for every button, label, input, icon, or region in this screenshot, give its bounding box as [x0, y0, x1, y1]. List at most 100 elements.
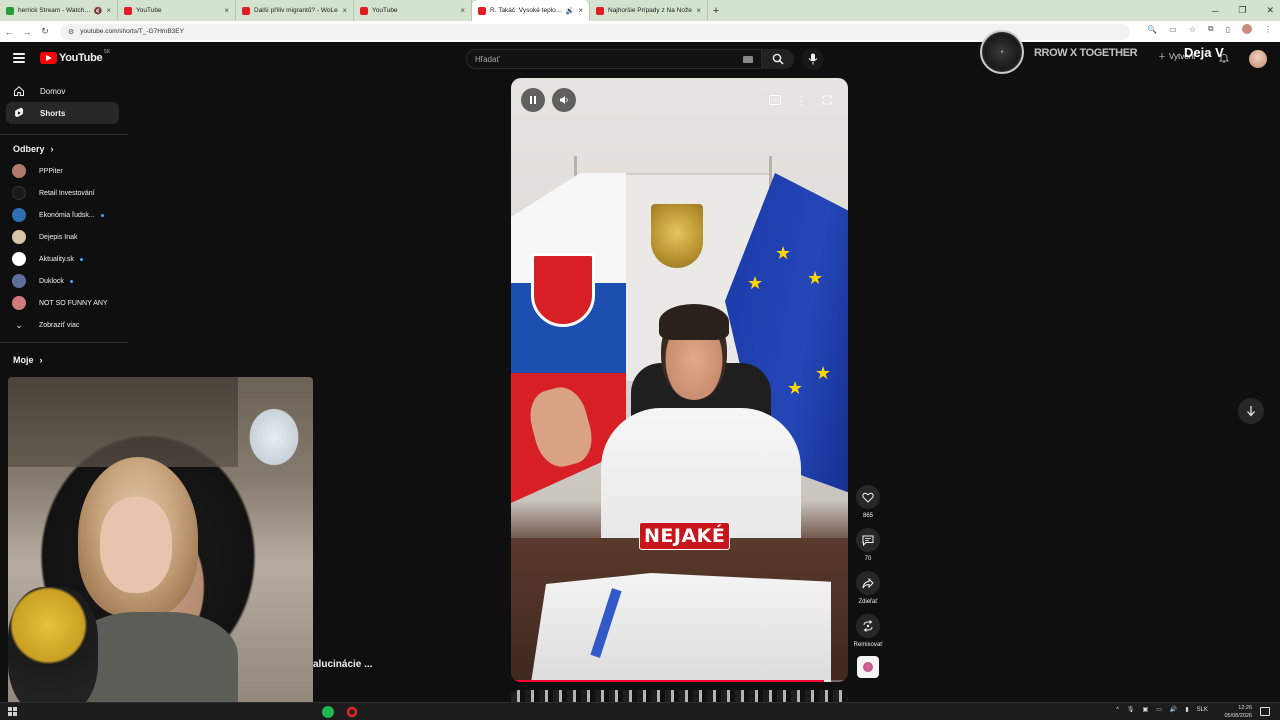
tray-network-icon[interactable]: ▭ [1156, 706, 1162, 713]
twitch-favicon-icon [6, 6, 14, 15]
sidebar-item-shorts[interactable]: Shorts [6, 102, 119, 124]
youtube-logo[interactable]: YouTube SK [40, 49, 110, 64]
hamburger-menu-icon[interactable] [13, 53, 25, 63]
video-caption: NEJAKÉ [639, 522, 731, 550]
short-title-fragment[interactable]: alucinácie ... [313, 659, 372, 670]
sidebar-subscription[interactable]: Retail Investování [12, 184, 122, 202]
obs-icon[interactable] [346, 706, 358, 718]
keyboard-language[interactable]: SLK [1197, 707, 1208, 713]
shorts-icon [13, 107, 25, 119]
close-tab-icon[interactable]: × [342, 6, 347, 15]
new-content-dot [79, 257, 83, 261]
show-more-button[interactable]: ⌄ Zobraziť viac [12, 316, 122, 334]
browser-tab[interactable]: Najhoršie Prípady z Na Nože × [590, 0, 708, 21]
tray-chevron-up-icon[interactable]: ^ [1116, 707, 1119, 713]
close-tab-icon[interactable]: × [224, 6, 229, 15]
tray-mic-icon[interactable]: 🎙 [1127, 706, 1135, 713]
browser-tab[interactable]: Další příliv migrantů? - WoLe × [236, 0, 354, 21]
share-button[interactable] [856, 571, 880, 595]
sidebar-subscription[interactable]: Ekonómia ľudsk... [12, 206, 122, 224]
browser-tab[interactable]: YouTube × [118, 0, 236, 21]
extensions-icon[interactable]: ⧉ [1208, 24, 1214, 34]
youtube-play-icon [40, 52, 57, 64]
close-tab-icon[interactable]: × [696, 6, 701, 15]
close-window-icon[interactable]: ✕ [1266, 5, 1274, 16]
os-taskbar: ^ 🎙 ▣ ▭ 🔊 ▮ SLK 12:26 05/08/2026 [0, 702, 1280, 720]
sidebar-panel-icon[interactable]: ▯ [1226, 25, 1230, 34]
back-icon[interactable]: ← [0, 27, 18, 37]
keyboard-icon[interactable] [743, 56, 753, 63]
more-options-button[interactable]: ⋮ [789, 91, 813, 109]
tab-title: YouTube [136, 7, 162, 14]
browser-tab[interactable]: YouTube × [354, 0, 472, 21]
comments-button[interactable] [856, 528, 880, 552]
shorts-video-player[interactable]: ★ ★ ★ ★ ★ NEJAKÉ CC ⋮ [511, 78, 848, 682]
pause-button[interactable] [521, 88, 545, 112]
captions-button[interactable]: CC [763, 91, 787, 109]
chevron-right-icon: › [50, 144, 54, 154]
cast-icon[interactable]: ▭ [1169, 25, 1177, 34]
voice-search-button[interactable] [802, 48, 824, 70]
profile-avatar[interactable] [1242, 24, 1252, 34]
sidebar-subscription[interactable]: NOT SO FUNNY ANY [12, 294, 122, 312]
windows-start-icon[interactable] [8, 707, 17, 716]
muted-speaker-icon[interactable]: 🔇 [94, 7, 103, 15]
forward-icon[interactable]: → [18, 27, 36, 37]
audio-playing-icon[interactable]: 🔊 [566, 7, 575, 15]
webcam-background-shelf [8, 377, 238, 467]
site-info-icon[interactable]: ⚙ [68, 28, 74, 36]
maximize-icon[interactable]: ❐ [1238, 5, 1246, 16]
tray-display-icon[interactable]: ▣ [1143, 706, 1149, 713]
channel-name: Aktuality.sk [39, 255, 74, 263]
microphone-icon [808, 53, 818, 65]
heart-icon [862, 492, 874, 503]
channel-name: Dejepis Inak [39, 233, 78, 241]
sidebar-item-home[interactable]: Domov [6, 80, 119, 102]
search-input[interactable]: Hľadať [466, 49, 762, 69]
sidebar-subscription[interactable]: Aktuality.sk [12, 250, 122, 268]
sound-thumbnail[interactable] [857, 656, 879, 678]
logo-text: YouTube [59, 52, 103, 64]
stream-overlay-text: RROW X TOGETHER [1034, 47, 1138, 59]
browser-tab-active[interactable]: R. Takáč: Vysoké teploty, v... 🔊 × [472, 0, 590, 21]
new-content-dot [100, 213, 104, 217]
video-person-hair [659, 304, 729, 340]
new-tab-button[interactable]: + [708, 0, 724, 21]
minimize-icon[interactable]: ─ [1212, 6, 1218, 16]
notifications-bell-icon[interactable] [1219, 53, 1229, 63]
notification-center-icon[interactable] [1260, 707, 1270, 716]
sidebar-subscription[interactable]: PPPiter [12, 162, 122, 180]
search-button[interactable] [762, 49, 794, 69]
volume-button[interactable] [552, 88, 576, 112]
url-text: youtube.com/shorts/T_-G7HmB3EY [80, 28, 184, 35]
remix-button[interactable] [856, 614, 880, 638]
sidebar-subscription[interactable]: Dejepis Inak [12, 228, 122, 246]
like-button[interactable] [856, 485, 880, 509]
account-avatar[interactable] [1249, 50, 1267, 68]
tray-volume-icon[interactable]: 🔊 [1170, 706, 1177, 713]
channel-name: Duklock [39, 277, 64, 285]
reload-icon[interactable]: ↻ [36, 26, 54, 37]
video-progress-track[interactable] [511, 680, 848, 682]
close-tab-icon[interactable]: × [578, 6, 583, 15]
zoom-icon[interactable]: 🔍 [1147, 25, 1157, 34]
close-tab-icon[interactable]: × [460, 6, 465, 15]
close-tab-icon[interactable]: × [106, 6, 111, 15]
browser-tab[interactable]: herrick Stream - Watch Live 🔇 × [0, 0, 118, 21]
next-video-button[interactable] [1238, 398, 1264, 424]
sound-logo-icon [863, 662, 873, 672]
taskbar-clock[interactable]: 12:26 05/08/2026 [1224, 704, 1252, 720]
sidebar-subscription[interactable]: Duklock [12, 272, 122, 290]
more-vertical-icon: ⋮ [795, 94, 807, 107]
pause-icon [530, 96, 536, 104]
you-heading[interactable]: Moje › [13, 355, 43, 365]
fullscreen-icon [822, 95, 832, 105]
bookmark-star-icon[interactable]: ☆ [1189, 25, 1196, 34]
spotify-icon[interactable] [322, 706, 334, 718]
browser-menu-icon[interactable]: ⋮ [1264, 25, 1272, 34]
subscriptions-heading[interactable]: Odbery › [13, 144, 54, 154]
fullscreen-button[interactable] [815, 91, 839, 109]
url-field[interactable]: ⚙ youtube.com/shorts/T_-G7HmB3EY [60, 23, 1130, 40]
tray-battery-icon[interactable]: ▮ [1185, 706, 1188, 713]
clock-time: 12:26 [1238, 705, 1252, 711]
